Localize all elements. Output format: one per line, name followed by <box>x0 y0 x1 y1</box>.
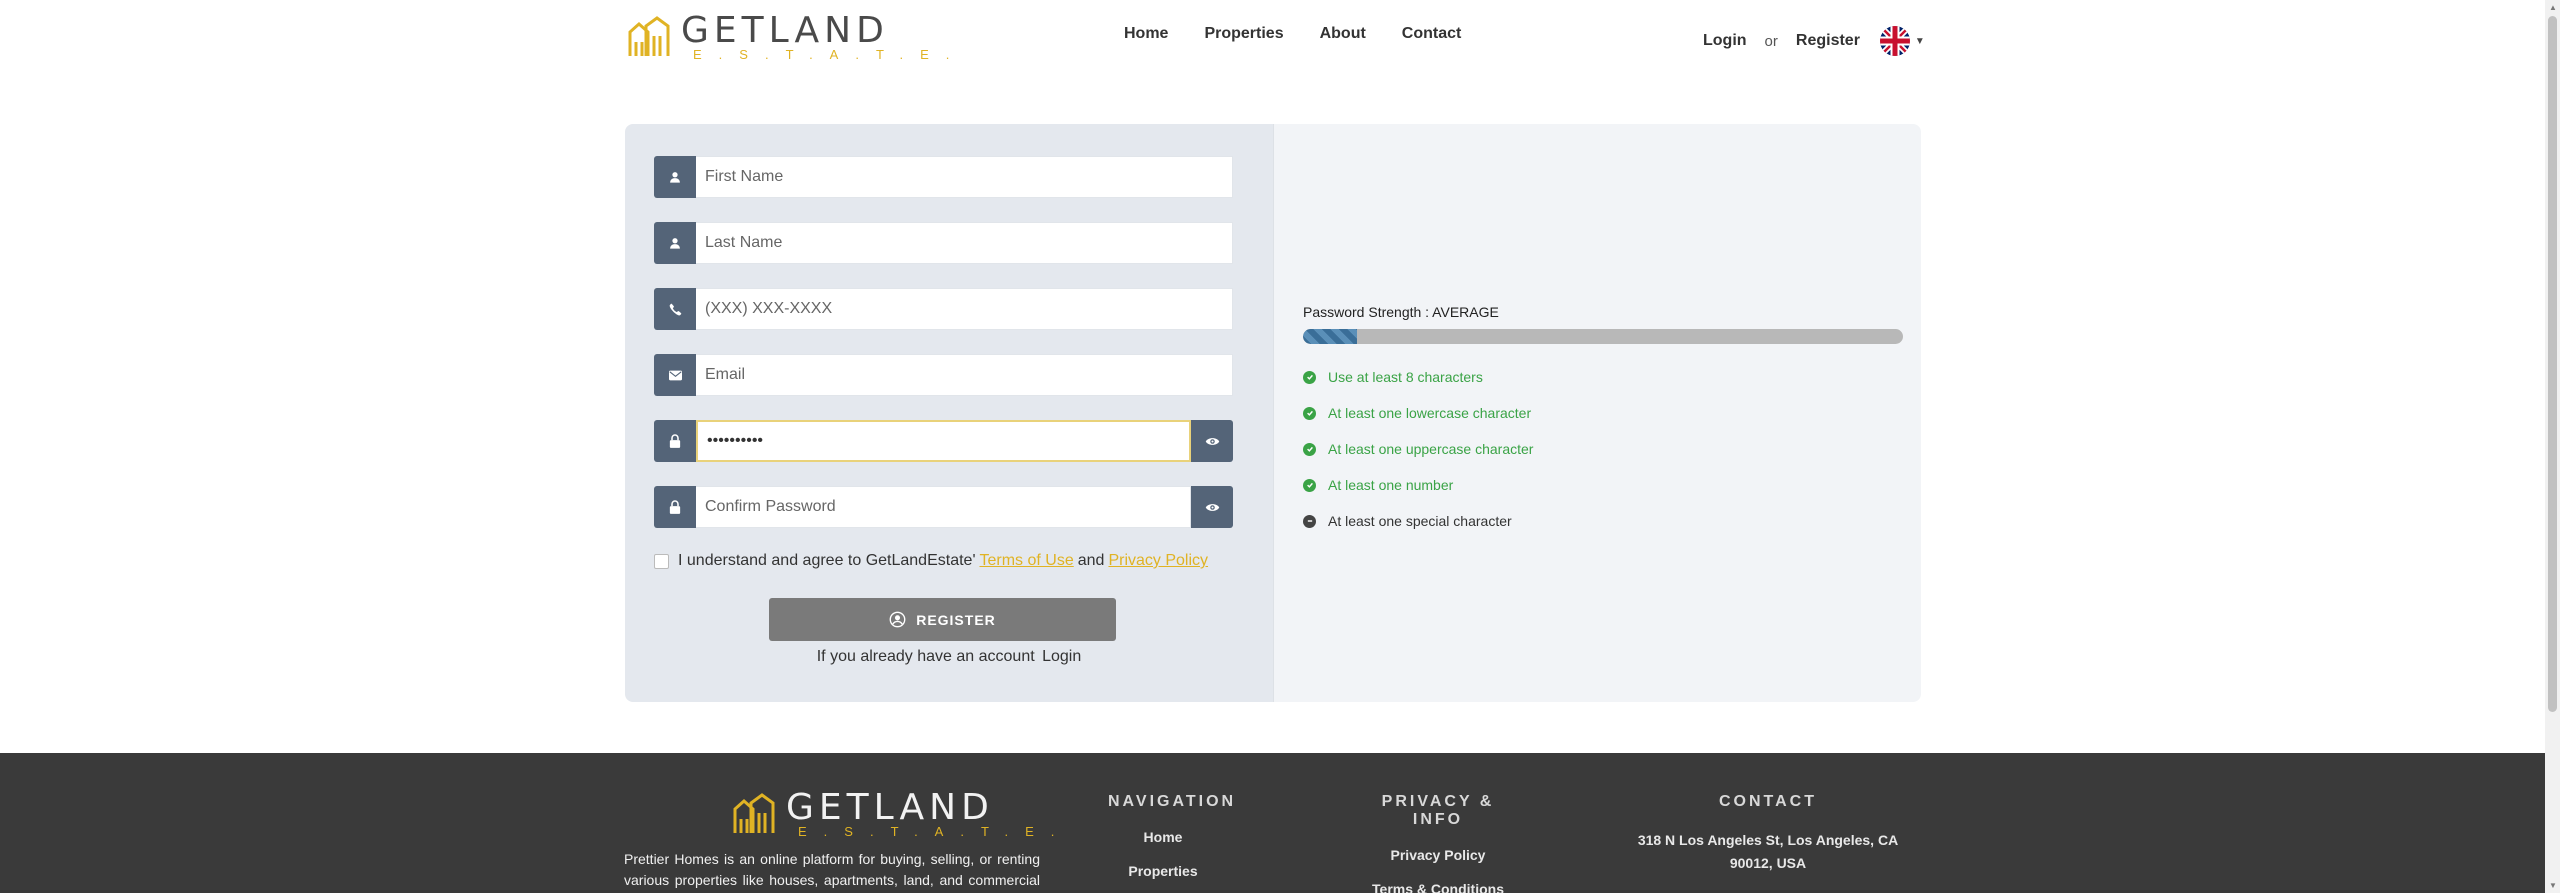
and-text: and <box>1077 552 1105 569</box>
building-logo-icon <box>733 793 775 833</box>
nav-about[interactable]: About <box>1320 24 1366 44</box>
header-login-link[interactable]: Login <box>1703 32 1747 50</box>
footer-brand-tagline: E.S.T.A.T.E. <box>798 824 1072 839</box>
building-logo-icon <box>628 16 670 56</box>
terms-agreement: I understand and agree to GetLandEstate'… <box>654 552 1212 570</box>
uk-flag-icon[interactable] <box>1879 26 1910 56</box>
user-icon <box>654 156 696 198</box>
password-group <box>654 420 1233 462</box>
site-header: GETLAND E.S.T.A.T.E. Home Properties Abo… <box>0 0 2545 72</box>
nav-contact[interactable]: Contact <box>1402 24 1462 44</box>
footer-address: 318 N Los Angeles St, Los Angeles, CA 90… <box>1637 832 1899 871</box>
brand-logo[interactable]: GETLAND E.S.T.A.T.E. <box>627 10 967 62</box>
user-icon <box>654 222 696 264</box>
brand-tagline: E.S.T.A.T.E. <box>693 47 967 62</box>
password-strength-panel <box>1273 124 1921 702</box>
footer-nav-home[interactable]: Home <box>1108 829 1218 845</box>
email-group <box>654 354 1233 396</box>
register-button[interactable]: REGISTER <box>769 598 1116 641</box>
last-name-group <box>654 222 1233 264</box>
lock-icon <box>654 420 696 462</box>
last-name-input[interactable] <box>696 222 1233 264</box>
footer-description: Prettier Homes is an online platform for… <box>624 851 1040 888</box>
already-text: If you already have an account <box>816 648 1035 665</box>
site-footer: GETLAND E.S.T.A.T.E. Prettier Homes is a… <box>0 753 2545 893</box>
register-button-label: REGISTER <box>916 611 996 628</box>
footer-terms[interactable]: Terms & Conditions <box>1360 881 1516 893</box>
register-card: I understand and agree to GetLandEstate'… <box>625 124 1921 702</box>
nav-home[interactable]: Home <box>1124 24 1168 44</box>
phone-icon <box>654 288 696 330</box>
footer-brand-name: GETLAND <box>786 787 994 828</box>
confirm-password-group <box>654 486 1233 528</box>
register-form: I understand and agree to GetLandEstate'… <box>625 124 1273 702</box>
footer-logo[interactable]: GETLAND E.S.T.A.T.E. <box>732 787 1072 839</box>
footer-navigation-title: NAVIGATION <box>1108 793 1237 810</box>
first-name-input[interactable] <box>696 156 1233 198</box>
lock-icon <box>654 486 696 528</box>
chevron-down-icon[interactable]: ▼ <box>1915 36 1925 47</box>
brand-name: GETLAND <box>681 10 889 51</box>
footer-privacy-policy[interactable]: Privacy Policy <box>1360 847 1516 863</box>
email-input[interactable] <box>696 354 1233 396</box>
footer-contact: CONTACT 318 N Los Angeles St, Los Angele… <box>1620 793 1916 875</box>
scroll-up-icon[interactable]: ▲ <box>2549 3 2557 12</box>
eye-icon[interactable] <box>1191 420 1233 462</box>
terms-of-use-link[interactable]: Terms of Use <box>980 552 1074 570</box>
footer-navigation: NAVIGATION Home Properties <box>1108 793 1237 893</box>
password-input[interactable] <box>696 420 1191 462</box>
footer-privacy-title: PRIVACY & INFO <box>1381 793 1495 828</box>
terms-checkbox[interactable] <box>654 553 669 569</box>
footer-contact-title: CONTACT <box>1718 793 1818 810</box>
auth-links: Login or Register ▼ <box>1703 26 1925 56</box>
agree-text: I understand and agree to GetLandEstate' <box>678 552 976 569</box>
phone-input[interactable] <box>696 288 1233 330</box>
phone-group <box>654 288 1233 330</box>
scroll-thumb[interactable] <box>2548 16 2557 712</box>
header-register-link[interactable]: Register <box>1796 32 1860 50</box>
nav-properties[interactable]: Properties <box>1204 24 1283 44</box>
confirm-password-input[interactable] <box>696 486 1191 528</box>
first-name-group <box>654 156 1233 198</box>
scroll-down-icon[interactable]: ▼ <box>2549 881 2557 890</box>
page-scrollbar[interactable]: ▲ ▼ <box>2545 0 2560 893</box>
main-nav: Home Properties About Contact <box>1124 24 1497 44</box>
already-account: If you already have an account Login <box>625 648 1273 666</box>
footer-privacy: PRIVACY & INFO Privacy Policy Terms & Co… <box>1360 793 1516 893</box>
footer-nav-properties[interactable]: Properties <box>1108 863 1218 879</box>
privacy-policy-link[interactable]: Privacy Policy <box>1108 552 1208 570</box>
envelope-icon <box>654 354 696 396</box>
eye-icon[interactable] <box>1191 486 1233 528</box>
user-circle-icon <box>889 611 906 628</box>
or-separator: or <box>1764 32 1778 50</box>
login-link[interactable]: Login <box>1042 648 1081 665</box>
